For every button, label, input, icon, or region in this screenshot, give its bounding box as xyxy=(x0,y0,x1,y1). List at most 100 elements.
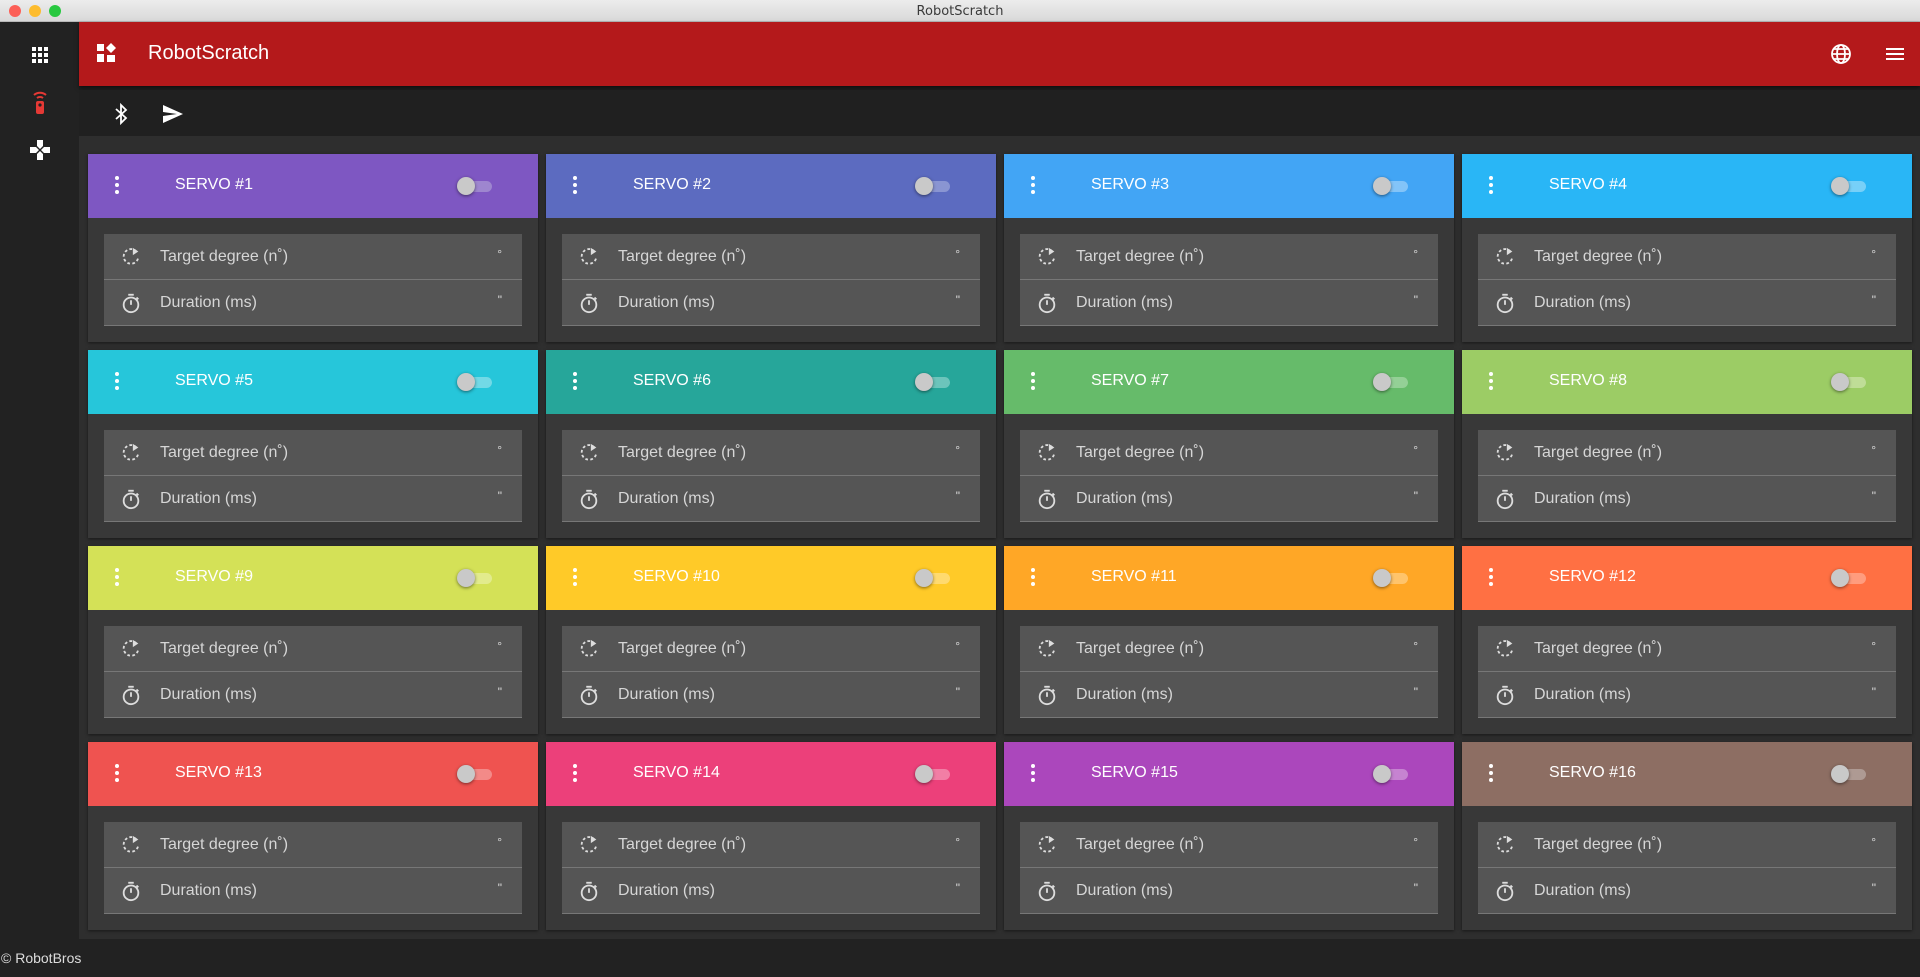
language-button[interactable] xyxy=(1829,42,1853,66)
target-degree-field[interactable]: Target degree (n˚) ° xyxy=(562,822,980,868)
duration-unit: " xyxy=(1871,685,1876,699)
degree-unit: ° xyxy=(1871,835,1876,849)
target-degree-field[interactable]: Target degree (n˚) ° xyxy=(104,234,522,280)
servo-title: SERVO #7 xyxy=(1091,372,1169,389)
target-degree-field[interactable]: Target degree (n˚) ° xyxy=(104,626,522,672)
duration-field[interactable]: Duration (ms) " xyxy=(1020,476,1438,522)
apps-icon xyxy=(31,47,48,63)
target-degree-label: Target degree (n˚) xyxy=(1076,640,1205,657)
target-degree-field[interactable]: Target degree (n˚) ° xyxy=(104,430,522,476)
servo-enable-toggle[interactable] xyxy=(457,764,493,784)
servo-card: SERVO #16 Target degree (n˚) ° Duration … xyxy=(1462,742,1912,930)
duration-field[interactable]: Duration (ms) " xyxy=(562,672,980,718)
duration-field[interactable]: Duration (ms) " xyxy=(104,672,522,718)
servo-enable-toggle[interactable] xyxy=(915,176,951,196)
gamepad-icon xyxy=(29,140,50,160)
duration-field[interactable]: Duration (ms) " xyxy=(1020,672,1438,718)
duration-field[interactable]: Duration (ms) " xyxy=(104,280,522,326)
servo-enable-toggle[interactable] xyxy=(1831,372,1867,392)
servo-enable-toggle[interactable] xyxy=(1373,176,1409,196)
menu-icon xyxy=(1886,48,1904,60)
servo-options-button[interactable] xyxy=(114,372,120,392)
duration-label: Duration (ms) xyxy=(1076,882,1173,899)
target-degree-field[interactable]: Target degree (n˚) ° xyxy=(1020,626,1438,672)
rotate-icon xyxy=(580,443,598,461)
servo-enable-toggle[interactable] xyxy=(1373,764,1409,784)
send-button[interactable] xyxy=(161,102,185,126)
servo-options-button[interactable] xyxy=(1488,176,1494,196)
bluetooth-button[interactable] xyxy=(109,102,133,126)
servo-enable-toggle[interactable] xyxy=(1831,176,1867,196)
target-degree-field[interactable]: Target degree (n˚) ° xyxy=(1020,234,1438,280)
servo-enable-toggle[interactable] xyxy=(457,372,493,392)
duration-field[interactable]: Duration (ms) " xyxy=(1020,280,1438,326)
servo-enable-toggle[interactable] xyxy=(457,568,493,588)
servo-options-button[interactable] xyxy=(1030,764,1036,784)
servo-enable-toggle[interactable] xyxy=(1831,568,1867,588)
duration-field[interactable]: Duration (ms) " xyxy=(104,868,522,914)
menu-button[interactable] xyxy=(1883,42,1907,66)
servo-options-button[interactable] xyxy=(114,176,120,196)
servo-options-button[interactable] xyxy=(1030,176,1036,196)
servo-options-button[interactable] xyxy=(1488,764,1494,784)
servo-card-header: SERVO #8 xyxy=(1462,350,1912,414)
degree-unit: ° xyxy=(1413,247,1418,261)
duration-field[interactable]: Duration (ms) " xyxy=(1478,672,1896,718)
target-degree-field[interactable]: Target degree (n˚) ° xyxy=(1478,626,1896,672)
toolbar xyxy=(79,90,1920,136)
duration-field[interactable]: Duration (ms) " xyxy=(562,868,980,914)
target-degree-field[interactable]: Target degree (n˚) ° xyxy=(1478,822,1896,868)
duration-field[interactable]: Duration (ms) " xyxy=(562,280,980,326)
servo-options-button[interactable] xyxy=(1030,568,1036,588)
servo-enable-toggle[interactable] xyxy=(457,176,493,196)
duration-field[interactable]: Duration (ms) " xyxy=(1478,868,1896,914)
servo-options-button[interactable] xyxy=(1488,568,1494,588)
duration-unit: " xyxy=(1413,489,1418,503)
servo-card: SERVO #6 Target degree (n˚) ° Duration (… xyxy=(546,350,996,538)
servo-title: SERVO #8 xyxy=(1549,372,1627,389)
target-degree-field[interactable]: Target degree (n˚) ° xyxy=(104,822,522,868)
target-degree-field[interactable]: Target degree (n˚) ° xyxy=(562,430,980,476)
rail-item-remote[interactable] xyxy=(0,78,79,126)
rotate-icon xyxy=(1496,835,1514,853)
target-degree-label: Target degree (n˚) xyxy=(1534,836,1663,853)
servo-enable-toggle[interactable] xyxy=(1831,764,1867,784)
duration-field[interactable]: Duration (ms) " xyxy=(1478,476,1896,522)
duration-field[interactable]: Duration (ms) " xyxy=(104,476,522,522)
servo-enable-toggle[interactable] xyxy=(915,764,951,784)
duration-field[interactable]: Duration (ms) " xyxy=(1020,868,1438,914)
servo-enable-toggle[interactable] xyxy=(1373,568,1409,588)
target-degree-field[interactable]: Target degree (n˚) ° xyxy=(562,234,980,280)
servo-options-button[interactable] xyxy=(572,176,578,196)
rotate-icon xyxy=(122,639,140,657)
target-degree-label: Target degree (n˚) xyxy=(160,248,289,265)
duration-label: Duration (ms) xyxy=(618,490,715,507)
duration-field[interactable]: Duration (ms) " xyxy=(562,476,980,522)
duration-field[interactable]: Duration (ms) " xyxy=(1478,280,1896,326)
degree-unit: ° xyxy=(955,639,960,653)
servo-options-button[interactable] xyxy=(114,568,120,588)
target-degree-field[interactable]: Target degree (n˚) ° xyxy=(1478,234,1896,280)
servo-options-button[interactable] xyxy=(1030,372,1036,392)
duration-unit: " xyxy=(497,881,502,895)
servo-options-button[interactable] xyxy=(1488,372,1494,392)
servo-card-header: SERVO #6 xyxy=(546,350,996,414)
timer-icon xyxy=(1496,489,1514,510)
servo-enable-toggle[interactable] xyxy=(1373,372,1409,392)
rotate-icon xyxy=(1038,639,1056,657)
rail-item-gamepad[interactable] xyxy=(0,126,79,174)
servo-options-button[interactable] xyxy=(572,568,578,588)
servo-options-button[interactable] xyxy=(572,764,578,784)
target-degree-field[interactable]: Target degree (n˚) ° xyxy=(562,626,980,672)
target-degree-field[interactable]: Target degree (n˚) ° xyxy=(1020,822,1438,868)
rail-item-apps[interactable] xyxy=(0,31,79,79)
servo-enable-toggle[interactable] xyxy=(915,568,951,588)
servo-card-header: SERVO #7 xyxy=(1004,350,1454,414)
servo-options-button[interactable] xyxy=(114,764,120,784)
target-degree-label: Target degree (n˚) xyxy=(618,248,747,265)
duration-label: Duration (ms) xyxy=(618,686,715,703)
servo-enable-toggle[interactable] xyxy=(915,372,951,392)
target-degree-field[interactable]: Target degree (n˚) ° xyxy=(1020,430,1438,476)
servo-options-button[interactable] xyxy=(572,372,578,392)
target-degree-field[interactable]: Target degree (n˚) ° xyxy=(1478,430,1896,476)
